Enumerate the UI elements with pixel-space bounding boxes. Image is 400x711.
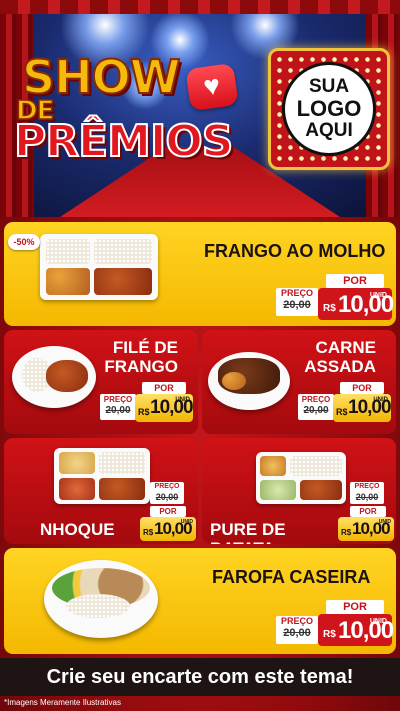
product-name-line-1: CARNE [315, 338, 376, 357]
price-box: R$ 10,00 UNID [318, 288, 394, 320]
product-card-carne-assada[interactable]: CARNE ASSADA POR PREÇO 20,00 R$ 10,00 UN… [202, 330, 396, 434]
price-box: R$ 10,00 UNID [135, 394, 194, 422]
preco-tag: PREÇO 20,00 [298, 394, 334, 420]
preco-tag: PREÇO 20,00 [350, 482, 384, 504]
preco-tag: PREÇO 20,00 [276, 288, 318, 316]
product-name-line-2: ASSADA [304, 357, 376, 376]
currency: R$ [336, 407, 348, 417]
old-price: 20,00 [155, 492, 179, 502]
unit: UNID [369, 618, 387, 625]
product-image [256, 452, 346, 504]
price-box: R$ 10,00 UNID [318, 614, 394, 646]
unit: UNID [175, 397, 190, 403]
old-price: 20,00 [303, 405, 329, 416]
currency: R$ [341, 528, 352, 537]
unit: UNID [373, 397, 388, 403]
preco-label: PREÇO [301, 395, 331, 404]
product-name-line-1: FILÉ DE [112, 338, 178, 357]
flyer: SHOW DE PRÊMIOS ♥ SUA LOGO AQUI -50% FRA… [0, 0, 400, 711]
product-name: PURE DE BATATA [210, 520, 286, 544]
product-image [12, 346, 96, 408]
product-card-pure-de-batata[interactable]: PURE DE BATATA PREÇO 20,00 POR R$ 10,00 … [202, 438, 396, 544]
preco-tag: PREÇO 20,00 [276, 616, 318, 644]
unit: UNID [378, 519, 391, 525]
cta-banner[interactable]: Crie seu encarte com este tema! [0, 658, 400, 696]
preco-label: PREÇO [154, 483, 180, 490]
currency: R$ [323, 629, 336, 640]
old-price: 20,00 [283, 627, 311, 639]
price-box: R$ 10,00 UNID [338, 517, 394, 541]
old-price: 20,00 [105, 405, 131, 416]
currency: R$ [143, 528, 154, 537]
logo-line-3: AQUI [305, 120, 353, 141]
preco-tag: PREÇO 20,00 [100, 394, 136, 420]
heart-icon: ♥ [185, 62, 239, 112]
product-name-line-2: FRANGO [104, 357, 178, 376]
product-name: FAROFA CASEIRA [212, 567, 371, 587]
logo-placeholder[interactable]: SUA LOGO AQUI [268, 48, 390, 170]
por-label: POR [326, 600, 384, 614]
product-image [44, 560, 158, 638]
price-box: R$ 10,00 UNID [140, 517, 196, 541]
preco-label: PREÇO [280, 616, 313, 626]
discount-badge: -50% [8, 234, 40, 250]
product-name: NHOQUE [40, 520, 115, 539]
product-image [54, 448, 150, 504]
logo-line-1: SUA [308, 76, 350, 97]
currency: R$ [323, 303, 336, 314]
logo-line-2: LOGO [296, 96, 362, 121]
price-box: R$ 10,00 UNID [333, 394, 392, 422]
por-label: POR [340, 382, 384, 394]
por-label: POR [326, 274, 384, 288]
product-card-nhoque[interactable]: NHOQUE PREÇO 20,00 POR R$ 10,00 UNID [4, 438, 198, 544]
logo-circle: SUA LOGO AQUI [282, 62, 376, 156]
old-price: 20,00 [355, 492, 379, 502]
footnote: *Imagens Meramente Ilustrativas [4, 698, 121, 707]
preco-tag: PREÇO 20,00 [150, 482, 184, 504]
product-card-file-de-frango[interactable]: FILÉ DE FRANGO POR PREÇO 20,00 R$ 10,00 … [4, 330, 198, 434]
title-premios: PRÊMIOS [13, 115, 234, 168]
curtain-valance [0, 0, 400, 14]
product-name: FRANGO AO MOLHO [204, 241, 386, 261]
preco-label: PREÇO [280, 288, 313, 298]
product-image [40, 234, 158, 300]
hero-banner: SHOW DE PRÊMIOS ♥ SUA LOGO AQUI [0, 0, 400, 217]
product-card-frango-ao-molho[interactable]: FRANGO AO MOLHO POR PREÇO 20,00 R$ 10,00… [4, 222, 396, 326]
currency: R$ [138, 407, 150, 417]
preco-label: PREÇO [103, 395, 133, 404]
product-card-farofa-caseira[interactable]: FAROFA CASEIRA POR PREÇO 20,00 R$ 10,00 … [4, 548, 396, 654]
product-image [208, 352, 290, 410]
por-label: POR [150, 506, 186, 517]
por-label: POR [142, 382, 186, 394]
preco-label: PREÇO [354, 483, 380, 490]
por-label: POR [350, 506, 386, 517]
unit: UNID [180, 519, 193, 525]
old-price: 20,00 [283, 299, 311, 311]
unit: UNID [369, 292, 387, 299]
